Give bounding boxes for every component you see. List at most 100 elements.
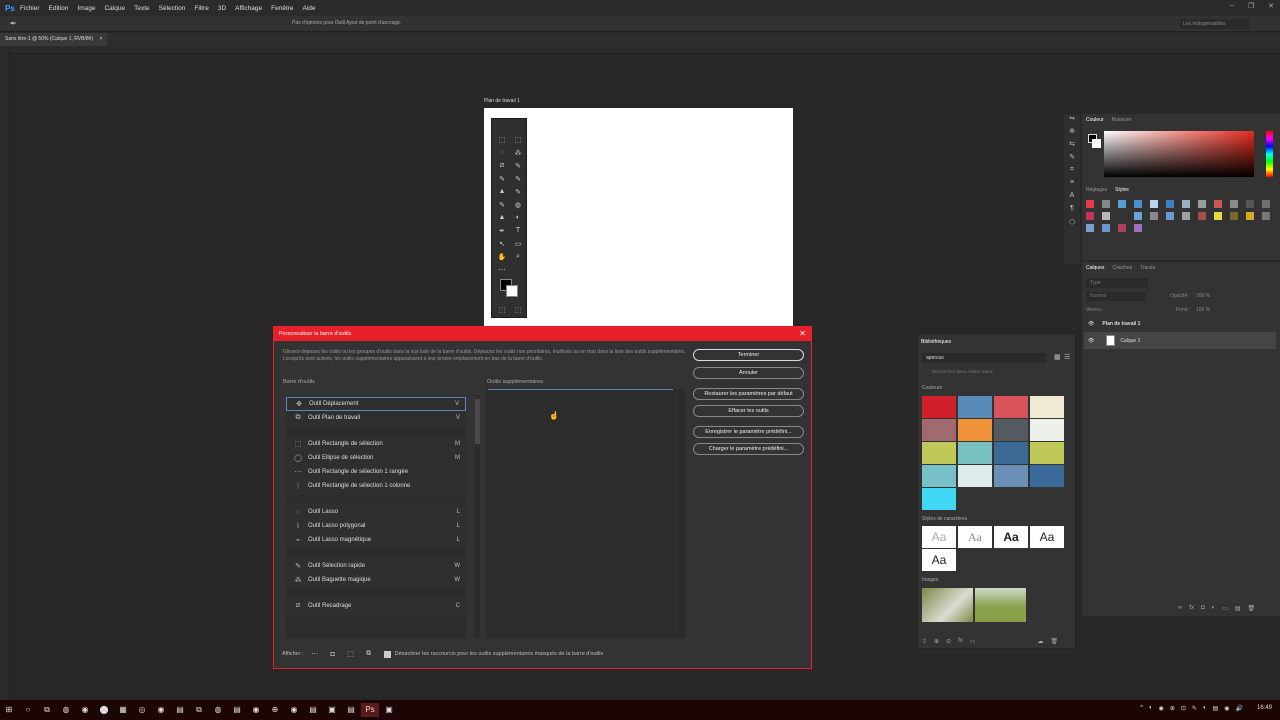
extra-tools-scrollbar[interactable] xyxy=(679,389,685,638)
screen-mode-toggle-icon[interactable]: ⬚ xyxy=(344,650,358,658)
menu-texte[interactable]: Texte xyxy=(134,5,150,12)
app-icon[interactable]: ▤ xyxy=(171,703,189,717)
library-color-swatch[interactable] xyxy=(922,419,956,441)
tab-reglages[interactable]: Réglages xyxy=(1086,187,1107,193)
maximize-icon[interactable]: ❐ xyxy=(1248,2,1254,10)
app-icon[interactable]: ◉ xyxy=(152,703,170,717)
style-swatch[interactable] xyxy=(1150,200,1158,208)
history-icon[interactable]: ⇋ xyxy=(1064,114,1080,127)
library-color-swatch[interactable] xyxy=(1030,442,1064,464)
style-swatch[interactable] xyxy=(1230,212,1238,220)
tool-row-lasso[interactable]: ◌ Outil Lasso L xyxy=(286,505,466,519)
style-swatch[interactable] xyxy=(1086,224,1094,232)
history-brush-icon[interactable]: ✎ xyxy=(513,187,523,196)
app-icon[interactable]: ⊕ xyxy=(266,703,284,717)
crop-icon[interactable]: ⧄ xyxy=(497,161,507,170)
style-swatch[interactable] xyxy=(1150,212,1158,220)
style-swatch[interactable] xyxy=(1086,212,1094,220)
tool-row-crop[interactable]: ⧄ Outil Recadrage C xyxy=(286,599,466,613)
library-color-swatch[interactable] xyxy=(958,396,992,418)
layer-row[interactable]: 👁 Calque 1 xyxy=(1084,332,1276,349)
char-style[interactable]: Aa xyxy=(994,526,1028,548)
tab-styles[interactable]: Styles xyxy=(1115,187,1129,193)
style-swatch[interactable] xyxy=(1214,200,1222,208)
quickmask-toggle-icon[interactable]: ◘ xyxy=(326,651,340,658)
library-color-swatch[interactable] xyxy=(922,465,956,487)
3d-icon[interactable]: ⬡ xyxy=(1064,218,1080,231)
style-swatch[interactable] xyxy=(1102,224,1110,232)
library-image-sheep[interactable] xyxy=(922,588,973,622)
tool-group[interactable]: ✎ Outil Sélection rapide W ⁂ Outil Baguette… xyxy=(286,557,466,589)
library-color-swatch[interactable] xyxy=(958,419,992,441)
clock[interactable]: 16:49 xyxy=(1257,705,1272,712)
screen-mode-icon[interactable]: ⬚ xyxy=(513,305,523,314)
tray-icon[interactable]: ⊡ xyxy=(1181,705,1186,712)
document-tab[interactable]: Sans titre-1 @ 50% (Calque 1, RVB/8#) × xyxy=(0,33,108,46)
style-swatch[interactable] xyxy=(1262,200,1270,208)
eraser-icon[interactable]: ✎ xyxy=(497,200,507,209)
explorer-icon[interactable]: ◉ xyxy=(76,703,94,717)
extra-tools-toggle-icon[interactable]: ⋯ xyxy=(308,650,322,658)
style-swatch[interactable] xyxy=(1134,224,1142,232)
actions-icon[interactable]: ⇆ xyxy=(1064,140,1080,153)
scrollbar-thumb[interactable] xyxy=(475,399,480,444)
trash-icon[interactable]: 🗑 xyxy=(1050,638,1058,645)
style-swatch[interactable] xyxy=(1118,200,1126,208)
brush-icon[interactable]: ✎ xyxy=(513,174,523,183)
tray-icon[interactable]: ◐ xyxy=(1203,705,1207,712)
library-select[interactable]: apercus xyxy=(922,353,1046,363)
text-icon[interactable]: T xyxy=(513,226,523,235)
opacity-value[interactable]: 100 % xyxy=(1196,293,1210,299)
dialog-close-icon[interactable]: ✕ xyxy=(799,329,806,338)
tool-row-artboard[interactable]: ⧉ Outil Plan de travail V xyxy=(286,411,466,425)
style-swatch[interactable] xyxy=(1102,200,1110,208)
tray-icon[interactable]: ^ xyxy=(1140,705,1143,712)
app-icon[interactable]: ▤ xyxy=(304,703,322,717)
tray-icon[interactable]: ⊕ xyxy=(1170,705,1175,712)
hue-slider[interactable] xyxy=(1266,131,1273,177)
tab-nuancier[interactable]: Nuancier xyxy=(1112,117,1132,123)
menu-filtre[interactable]: Filtre xyxy=(194,5,208,12)
photoshop-icon[interactable]: Ps xyxy=(361,703,379,717)
tool-group[interactable]: ⧄ Outil Recadrage C xyxy=(286,597,466,615)
pen-icon[interactable]: ✒ xyxy=(497,226,507,235)
tool-group[interactable]: ⬚ Outil Rectangle de sélection M ◯ Outil El… xyxy=(286,435,466,495)
blend-mode-select[interactable]: Normal xyxy=(1086,292,1146,301)
frame-icon[interactable]: ▭ xyxy=(970,638,976,645)
style-swatch[interactable] xyxy=(1134,212,1142,220)
paragraph-icon[interactable]: ¶ xyxy=(1064,205,1080,218)
extra-tools-list[interactable]: ☝ xyxy=(486,389,681,638)
add-icon[interactable]: ⊕ xyxy=(934,638,939,645)
style-swatch[interactable] xyxy=(1214,212,1222,220)
stamp-icon[interactable]: ▲ xyxy=(497,187,507,196)
style-swatch[interactable] xyxy=(1166,200,1174,208)
library-color-swatch[interactable] xyxy=(922,488,956,510)
style-swatch[interactable] xyxy=(1246,212,1254,220)
tool-row-row-marquee[interactable]: ⋯ Outil Rectangle de sélection 1 rangée xyxy=(286,465,466,479)
tray-icon[interactable]: 🔊 xyxy=(1236,705,1243,712)
style-swatch[interactable] xyxy=(1118,224,1126,232)
trash-icon[interactable]: 🗑 xyxy=(1248,605,1256,612)
artboard-toggle-icon[interactable]: ⧉ xyxy=(362,650,376,658)
app-icon[interactable]: ▣ xyxy=(380,703,398,717)
app-icon[interactable]: ▣ xyxy=(323,703,341,717)
library-color-swatch[interactable] xyxy=(958,465,992,487)
tool-row-magic-wand[interactable]: ⁂ Outil Baguette magique W xyxy=(286,573,466,587)
zoom-icon[interactable]: ⌕ xyxy=(513,252,523,261)
style-swatch[interactable] xyxy=(1166,212,1174,220)
menu-affichage[interactable]: Affichage xyxy=(235,5,262,12)
char-style[interactable]: Aa xyxy=(922,526,956,548)
style-swatch[interactable] xyxy=(1198,200,1206,208)
style-swatch[interactable] xyxy=(1102,212,1110,220)
tool-row-move[interactable]: ✥ Outil Déplacement V xyxy=(286,397,466,411)
library-color-swatch[interactable] xyxy=(1030,396,1064,418)
save-preset-button[interactable]: Enregistrer le paramètre prédéfini... xyxy=(693,426,804,438)
tray-icon[interactable]: ✎ xyxy=(1192,705,1197,712)
more-tools-icon[interactable]: ⋯ xyxy=(497,265,507,274)
fill-value[interactable]: 100 % xyxy=(1196,307,1210,313)
menu-fichier[interactable]: Fichier xyxy=(20,5,40,12)
tray-icon[interactable]: ◉ xyxy=(1224,705,1229,712)
style-swatch[interactable] xyxy=(1118,212,1126,220)
tray-icon[interactable]: ◉ xyxy=(1159,705,1164,712)
spotify-icon[interactable]: ◉ xyxy=(285,703,303,717)
